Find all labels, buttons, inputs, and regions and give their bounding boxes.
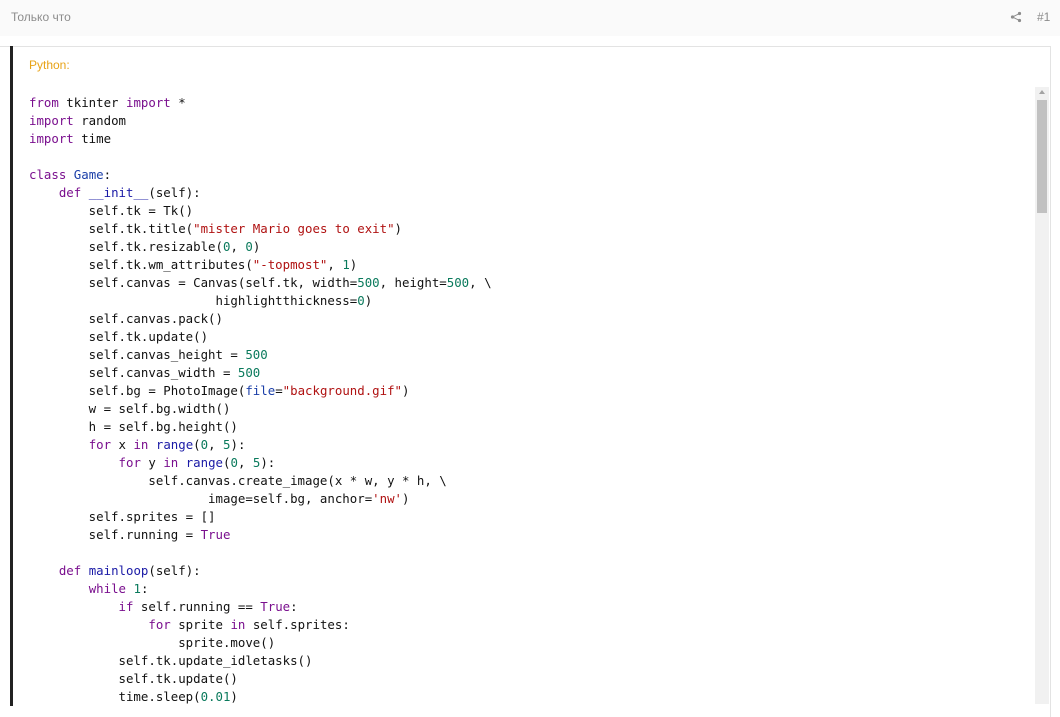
code-line: self.canvas.create_image(x * w, y * h, \ [29,473,447,488]
post-timestamp: Только что [11,10,71,24]
code-line: def __init__(self): [58,185,201,200]
code-line: if self.running == True: [118,599,298,614]
code-line: self.canvas = Canvas(self.tk, width=500,… [29,275,492,290]
code-line: self.tk = Tk() [29,203,194,218]
code-line: self.running = True [29,527,231,542]
code-language-label: Python: [29,58,70,72]
code-line: for y in range(0, 5): [118,455,276,470]
code-line: import time [29,131,112,146]
code-line: while 1: [88,581,149,596]
code-line: h = self.bg.height() [29,419,238,434]
code-line: self.canvas.pack() [29,311,223,326]
code-line: self.bg = PhotoImage(file="background.gi… [29,383,410,398]
post-number-link[interactable]: #1 [1037,10,1050,24]
code-line: for sprite in self.sprites: [148,617,350,632]
code-line: def mainloop(self): [58,563,201,578]
code-line: time.sleep(0.01) [29,689,238,704]
code-block-accent-bar [10,46,13,706]
post-header: Только что #1 [0,0,1060,36]
code-line: self.tk.wm_attributes("-topmost", 1) [29,257,358,272]
code-line: w = self.bg.width() [29,401,231,416]
code-content: from tkinter import * import random import… [29,94,492,706]
code-line: highlightthickness=0) [29,293,373,308]
scroll-up-arrow-icon[interactable] [1039,90,1045,94]
share-icon[interactable] [1010,11,1022,23]
code-line: self.tk.update_idletasks() [29,653,313,668]
scrollbar-thumb[interactable] [1037,100,1047,213]
code-line: sprite.move() [29,635,276,650]
code-line: self.sprites = [] [29,509,216,524]
code-line: class Game: [29,167,112,182]
code-line: from tkinter import * [29,95,186,110]
code-line: self.tk.title("mister Mario goes to exit… [29,221,403,236]
code-line: self.tk.resizable(0, 0) [29,239,261,254]
code-line: self.tk.update() [29,671,238,686]
code-line: import random [29,113,126,128]
code-line: self.tk.update() [29,329,209,344]
code-line: image=self.bg, anchor='nw') [29,491,410,506]
code-line: self.canvas_height = 500 [29,347,268,362]
code-line: for x in range(0, 5): [88,437,246,452]
code-line: self.canvas_width = 500 [29,365,261,380]
